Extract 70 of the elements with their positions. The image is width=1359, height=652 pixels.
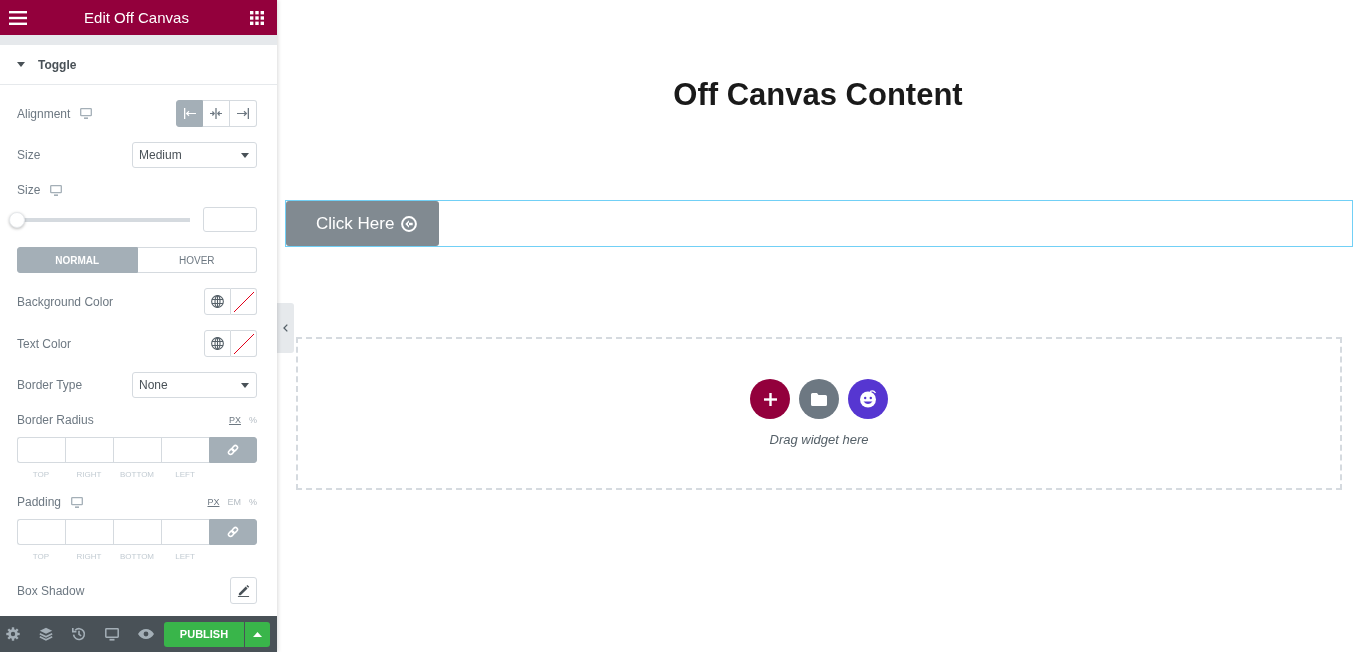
- global-colors-button[interactable]: [204, 288, 231, 315]
- control-label: Box Shadow: [17, 583, 85, 598]
- edit-button[interactable]: [230, 577, 257, 604]
- control-label: Background Color: [17, 294, 114, 309]
- panel-title: Edit Off Canvas: [84, 9, 189, 26]
- select-field[interactable]: Medium: [132, 142, 257, 168]
- smiley-button[interactable]: [848, 379, 888, 419]
- apps-grid-icon[interactable]: [250, 10, 264, 25]
- eye-icon[interactable]: [138, 629, 154, 639]
- settings-icon[interactable]: [6, 627, 20, 641]
- align-right-button[interactable]: [230, 100, 257, 127]
- dimension-input[interactable]: [17, 437, 65, 463]
- slash-icon: [233, 291, 254, 312]
- dimension-label: BOTTOM: [119, 470, 155, 479]
- slider-thumb[interactable]: [9, 211, 25, 228]
- dimension-input[interactable]: [161, 437, 209, 463]
- globe-icon: [211, 337, 224, 350]
- smiley-icon: [858, 389, 878, 409]
- align-center-icon: [210, 108, 222, 119]
- pencil-icon: [237, 584, 250, 597]
- control-label: Border Radius: [17, 413, 94, 427]
- color-picker-button[interactable]: [231, 288, 257, 315]
- align-right-icon: [237, 108, 249, 119]
- desktop-icon[interactable]: [105, 627, 119, 641]
- publish-button[interactable]: PUBLISH: [164, 621, 244, 647]
- template-library-button[interactable]: [799, 379, 839, 419]
- dimension-input[interactable]: [65, 519, 113, 545]
- control-label: Border Type: [17, 378, 83, 392]
- align-left-button[interactable]: [176, 100, 203, 127]
- click-here-button[interactable]: Click Here: [286, 201, 439, 246]
- control-label: Size: [17, 183, 41, 197]
- control-label: Padding: [17, 495, 62, 509]
- dimension-input[interactable]: [113, 437, 161, 463]
- caret-up-icon: [253, 631, 262, 637]
- plus-icon: [763, 392, 777, 406]
- menu-icon[interactable]: [9, 10, 27, 25]
- control-label: Text Color: [17, 336, 72, 351]
- drop-zone-hint: Drag widget here: [769, 432, 869, 447]
- chevron-left-icon: [283, 324, 288, 332]
- align-left-icon: [183, 108, 196, 119]
- layers-icon[interactable]: [39, 627, 53, 641]
- control-label: Alignment: [17, 106, 71, 121]
- history-icon[interactable]: [72, 627, 86, 641]
- globe-icon: [211, 295, 224, 308]
- control-label: Size: [17, 148, 41, 162]
- link-values-button[interactable]: [209, 519, 257, 545]
- color-picker-button[interactable]: [231, 330, 257, 357]
- unit-option[interactable]: PX: [207, 497, 220, 507]
- dimension-label: BOTTOM: [119, 552, 155, 561]
- dimension-input[interactable]: [65, 437, 113, 463]
- folder-icon: [811, 392, 827, 406]
- dimension-input[interactable]: [17, 519, 65, 545]
- link-values-button[interactable]: [209, 437, 257, 463]
- dimension-input[interactable]: [113, 519, 161, 545]
- caret-icon: [241, 382, 249, 388]
- state-tab[interactable]: HOVER: [137, 247, 257, 273]
- select-field[interactable]: None: [132, 372, 257, 398]
- global-colors-button[interactable]: [204, 330, 231, 357]
- publish-options-button[interactable]: [245, 621, 270, 647]
- align-center-button[interactable]: [203, 100, 230, 127]
- link-icon: [227, 444, 239, 456]
- unit-option[interactable]: PX: [228, 415, 241, 425]
- dimension-input[interactable]: [161, 519, 209, 545]
- number-input[interactable]: [203, 207, 257, 232]
- circle-arrow-left-icon: [401, 215, 418, 232]
- page-heading: Off Canvas Content: [672, 78, 964, 112]
- link-icon: [227, 526, 239, 538]
- add-section-button[interactable]: [750, 379, 790, 419]
- caret-icon: [241, 152, 249, 158]
- slash-icon: [233, 333, 254, 354]
